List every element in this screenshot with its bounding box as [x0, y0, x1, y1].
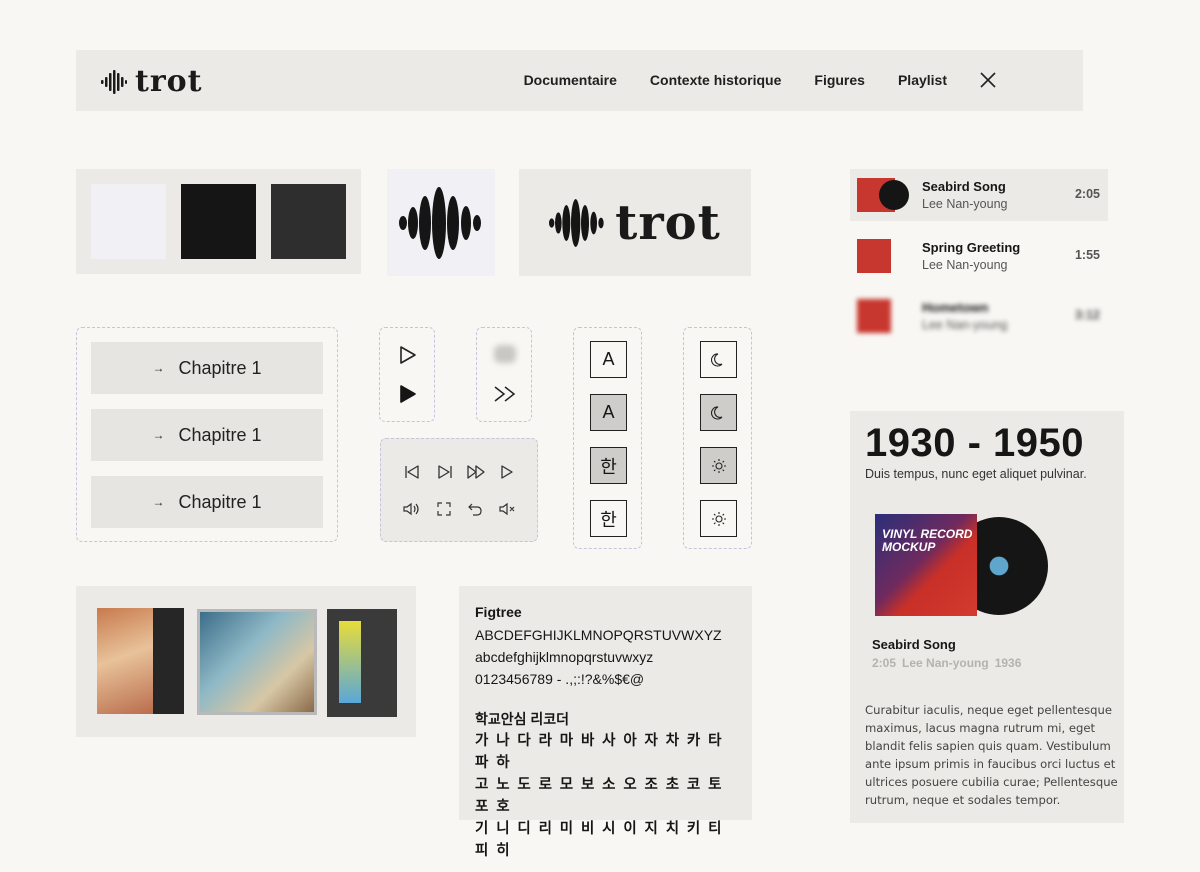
- color-swatches: [76, 169, 361, 274]
- arrow-right-icon: →: [152, 361, 165, 375]
- track-artist: Lee Nan-young: [922, 318, 1008, 332]
- waveform-logo-icon: [101, 69, 127, 94]
- play-outline-icon[interactable]: [399, 345, 417, 365]
- fast-forward-icons-group: [476, 327, 532, 422]
- nav-item-documentaire[interactable]: Documentaire: [524, 72, 617, 88]
- text-size-button[interactable]: A: [590, 341, 627, 378]
- vhs-tape-image: [153, 608, 184, 714]
- track-duration: 2:05: [1074, 187, 1100, 201]
- track-artist: Lee Nan-young: [922, 197, 1008, 211]
- chapter-button[interactable]: → Chapitre 1: [91, 476, 323, 528]
- lowercase-specimen: abcdefghijklmnopqrstuvwxyz: [475, 649, 654, 665]
- era-years-heading: 1930 - 1950: [865, 421, 1085, 465]
- chapter-label: Chapitre 1: [178, 424, 262, 445]
- era-description: Curabitur iaculis, neque eget pellentesq…: [865, 703, 1118, 807]
- light-mode-button-active[interactable]: [700, 447, 737, 484]
- cd-album-image: [197, 609, 317, 715]
- korean-language-button[interactable]: 한: [590, 500, 627, 537]
- chapter-label: Chapitre 1: [178, 357, 262, 378]
- chapter-label: Chapitre 1: [178, 491, 262, 512]
- chapter-button[interactable]: → Chapitre 1: [91, 342, 323, 394]
- sun-icon: [711, 458, 726, 473]
- chapter-buttons-group: → Chapitre 1 → Chapitre 1 → Chapitre 1: [76, 327, 338, 542]
- album-thumbnail: [857, 239, 891, 273]
- song-artist: Lee Nan-young: [902, 656, 989, 670]
- era-info-panel: 1930 - 1950 Duis tempus, nunc eget aliqu…: [850, 411, 1124, 823]
- sun-icon: [711, 511, 726, 526]
- loading-icon: [494, 345, 516, 363]
- close-icon[interactable]: [978, 70, 998, 90]
- track-duration: 1:55: [1074, 248, 1100, 262]
- song-duration: 2:05: [872, 656, 897, 670]
- playlist-track[interactable]: Hometown Lee Nan-young 3:12: [850, 290, 1108, 342]
- nav-logo[interactable]: trot: [101, 64, 203, 99]
- korean-specimen-line: 가 나 다 라 마 바 사 아 자 차 카 타 파 하: [475, 733, 723, 771]
- dark-mode-button[interactable]: [700, 341, 737, 378]
- swatch-light: [91, 184, 166, 259]
- volume-icon[interactable]: [403, 502, 421, 516]
- text-size-button-active[interactable]: A: [590, 394, 627, 431]
- playlist: Seabird Song Lee Nan-young 2:05 Spring G…: [850, 169, 1108, 339]
- text-size-toggle-group: A A 한 한: [573, 327, 642, 549]
- undo-icon[interactable]: [468, 502, 482, 516]
- arrow-right-icon: →: [152, 495, 165, 509]
- track-duration: 3:12: [1074, 308, 1100, 322]
- digits-specimen: 0123456789 - .,;:!?&%$€@: [475, 671, 645, 687]
- track-title: Seabird Song: [922, 179, 1006, 194]
- media-objects-panel: [76, 586, 416, 737]
- chapter-button[interactable]: → Chapitre 1: [91, 409, 323, 461]
- theme-toggle-group: [683, 327, 752, 549]
- song-year: 1936: [994, 656, 1022, 670]
- arrow-right-icon: →: [152, 428, 165, 442]
- playlist-track-active[interactable]: Seabird Song Lee Nan-young 2:05: [850, 169, 1108, 221]
- vhs-cover-image: [97, 608, 159, 714]
- swatch-dark-gray: [271, 184, 346, 259]
- nav-bar: trot Documentaire Contexte historique Fi…: [76, 50, 1083, 111]
- track-artist: Lee Nan-young: [922, 258, 1008, 272]
- fast-forward-icon[interactable]: [493, 385, 517, 403]
- nav-item-figures[interactable]: Figures: [814, 72, 865, 88]
- play-filled-icon[interactable]: [399, 384, 417, 404]
- light-mode-button[interactable]: [700, 500, 737, 537]
- nav-item-playlist[interactable]: Playlist: [898, 72, 947, 88]
- font-name: Figtree: [475, 604, 522, 620]
- moon-icon: [710, 352, 722, 366]
- typography-panel: Figtree ABCDEFGHIJKLMNOPQRSTUVWXYZ abcde…: [459, 586, 752, 859]
- vinyl-cover-image: VINYL RECORD MOCKUP: [875, 514, 977, 616]
- waveform-logo-icon: [549, 198, 604, 247]
- era-subtitle: Duis tempus, nunc eget aliquet pulvinar.: [865, 467, 1087, 481]
- moon-icon: [710, 405, 722, 419]
- album-thumbnail: [857, 299, 891, 333]
- fullscreen-icon[interactable]: [437, 502, 451, 516]
- song-meta: 2:05 Lee Nan-young 1936: [872, 656, 1021, 670]
- korean-language-button-active[interactable]: 한: [590, 447, 627, 484]
- skip-forward-icon[interactable]: [437, 464, 453, 480]
- logo-full-panel: trot: [519, 169, 751, 276]
- track-title: Spring Greeting: [922, 240, 1021, 255]
- fast-forward-icon[interactable]: [467, 464, 485, 480]
- song-title: Seabird Song: [872, 637, 956, 652]
- logo-wordmark: trot: [135, 64, 203, 99]
- album-thumbnail: [857, 178, 909, 212]
- logo-wordmark: trot: [615, 194, 721, 251]
- korean-specimen-line: 고 노 도 로 모 보 소 오 조 초 코 토 포 호: [475, 777, 723, 815]
- uppercase-specimen: ABCDEFGHIJKLMNOPQRSTUVWXYZ: [475, 627, 722, 643]
- cassette-tape-image: [327, 609, 397, 717]
- nav-menu: Documentaire Contexte historique Figures…: [524, 72, 947, 88]
- skip-back-icon[interactable]: [404, 464, 420, 480]
- playlist-track[interactable]: Spring Greeting Lee Nan-young 1:55: [850, 230, 1108, 282]
- mute-icon[interactable]: [499, 502, 517, 516]
- swatch-black: [181, 184, 256, 259]
- play-icons-group: [379, 327, 435, 422]
- cover-text: VINYL RECORD MOCKUP: [882, 527, 973, 554]
- track-title: Hometown: [922, 300, 989, 315]
- play-icon[interactable]: [500, 464, 514, 480]
- korean-font-name: 학교안심 리코더: [475, 711, 570, 727]
- waveform-logo-icon: [399, 186, 481, 259]
- logo-mark-panel: [387, 169, 495, 276]
- korean-specimen-line: 기 니 디 리 미 비 시 이 지 치 키 티 피 히: [475, 821, 723, 859]
- dark-mode-button-active[interactable]: [700, 394, 737, 431]
- nav-item-contexte-historique[interactable]: Contexte historique: [650, 72, 781, 88]
- player-controls-group: [380, 438, 538, 542]
